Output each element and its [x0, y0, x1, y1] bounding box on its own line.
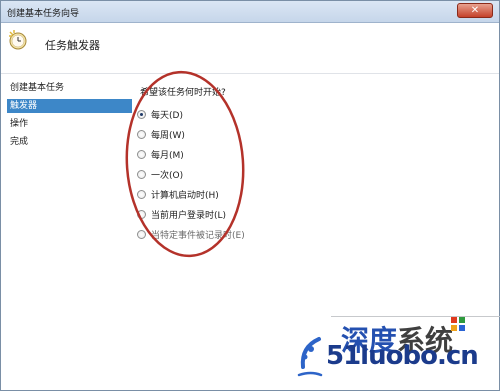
- windows-logo-icon: [451, 317, 465, 337]
- header-divider: [1, 73, 499, 74]
- window-title: 创建基本任务向导: [7, 9, 80, 19]
- step-action[interactable]: 操作: [7, 117, 132, 131]
- close-button[interactable]: ✕: [457, 3, 493, 18]
- watermark-brand-latin: 51luobo.cn: [326, 341, 479, 371]
- title-bar[interactable]: 创建基本任务向导 ✕: [1, 1, 499, 23]
- step-trigger[interactable]: 触发器: [7, 99, 132, 113]
- close-icon: ✕: [470, 5, 480, 16]
- wizard-header: 任务触发器: [1, 23, 499, 71]
- wizard-window: 创建基本任务向导 ✕ 任务触发器 创建基本任务 触发器 操作 完成 希望该任务何…: [0, 0, 500, 391]
- red-ellipse-annotation: [125, 70, 245, 258]
- step-finish[interactable]: 完成: [7, 135, 132, 149]
- wizard-steps: 创建基本任务 触发器 操作 完成: [7, 81, 132, 153]
- step-create-basic-task[interactable]: 创建基本任务: [7, 81, 132, 95]
- clock-icon: [9, 30, 27, 50]
- page-heading: 任务触发器: [45, 39, 100, 52]
- watermark-divider: [331, 316, 500, 317]
